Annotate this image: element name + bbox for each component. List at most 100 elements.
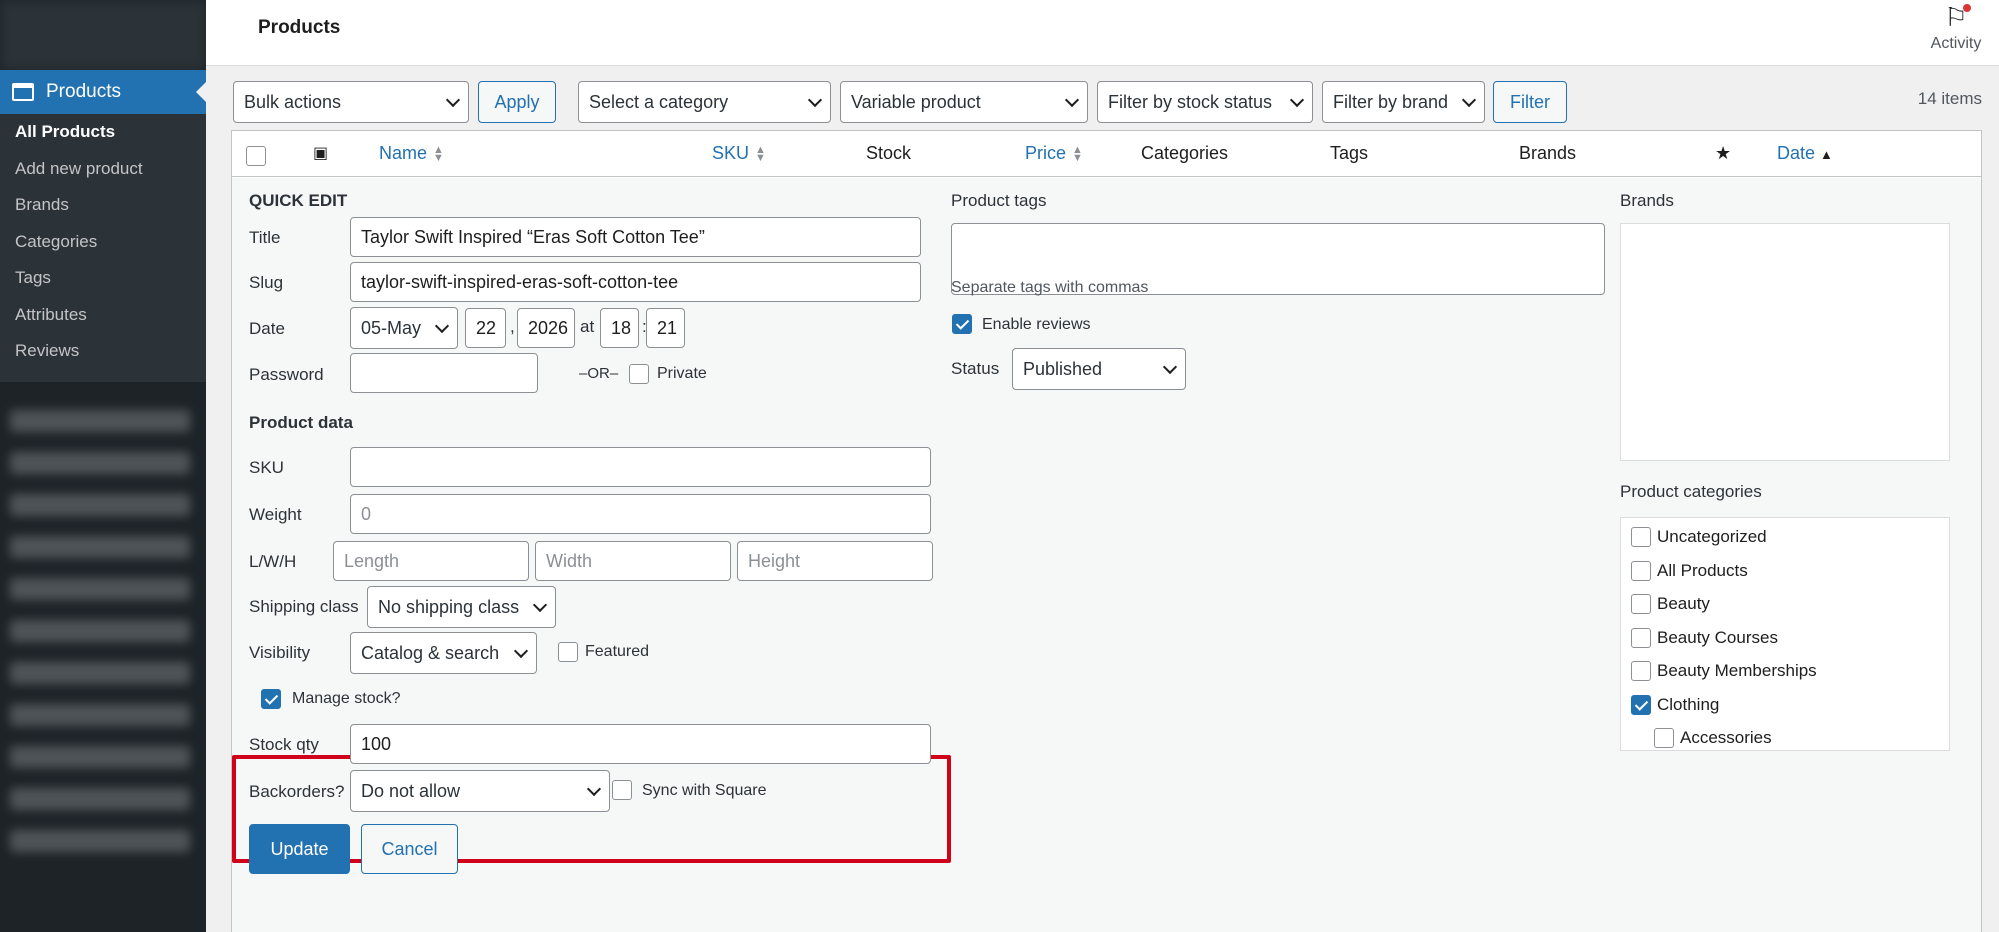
brand-select[interactable]: Filter by brand — [1322, 81, 1485, 123]
column-date[interactable]: Date ▲ — [1777, 143, 1833, 164]
star-icon[interactable]: ★ — [1715, 143, 1731, 164]
column-price[interactable]: Price ▲ ▼ — [1025, 143, 1083, 164]
sidebar-item-tags[interactable]: Tags — [0, 260, 206, 297]
sidebar-item-categories[interactable]: Categories — [0, 224, 206, 261]
sidebar-item-reviews[interactable]: Reviews — [0, 333, 206, 370]
sidebar-item-all-products[interactable]: All Products — [0, 114, 206, 151]
sidebar-item-add-new-product[interactable]: Add new product — [0, 151, 206, 188]
activity-button[interactable]: ⚐ Activity — [1921, 2, 1991, 53]
weight-input[interactable]: 0 — [350, 494, 931, 534]
manage-stock-checkbox[interactable] — [261, 689, 281, 709]
bulk-actions-select[interactable]: Bulk actions — [233, 81, 469, 123]
flag-icon: ⚐ — [1921, 2, 1991, 33]
category-checkbox[interactable] — [1631, 527, 1651, 547]
product-tags-label: Product tags — [951, 191, 1047, 210]
sort-icon: ▲ ▼ — [433, 144, 444, 165]
sidebar-blurred-menu — [10, 390, 190, 872]
category-beauty[interactable]: Beauty — [1631, 589, 1710, 619]
category-all-products[interactable]: All Products — [1631, 556, 1748, 586]
brands-list — [1620, 223, 1950, 461]
column-name[interactable]: Name ▲ ▼ — [379, 143, 444, 164]
category-select[interactable]: Select a category — [578, 81, 831, 123]
category-checkbox[interactable] — [1631, 661, 1651, 681]
sidebar-header-blurred — [0, 0, 206, 70]
day-input[interactable]: 22 — [465, 308, 506, 348]
product-type-select[interactable]: Variable product — [840, 81, 1088, 123]
products-icon — [12, 83, 34, 101]
category-beauty-memberships[interactable]: Beauty Memberships — [1631, 656, 1817, 686]
featured-label: Featured — [585, 643, 650, 660]
sidebar-submenu: All Products Add new product Brands Cate… — [0, 114, 206, 382]
visibility-value: Catalog & search — [361, 642, 500, 663]
image-column-icon: ▣ — [313, 145, 329, 162]
category-uncategorized[interactable]: Uncategorized — [1631, 522, 1767, 552]
filter-button[interactable]: Filter — [1493, 81, 1567, 123]
hour-input[interactable]: 18 — [600, 308, 639, 348]
status-select[interactable]: Published — [1012, 348, 1186, 390]
slug-input[interactable]: taylor-swift-inspired-eras-soft-cotton-t… — [350, 262, 921, 302]
sort-icon: ▲ ▼ — [1072, 144, 1083, 165]
status-value: Published — [1023, 358, 1103, 379]
category-value: Select a category — [589, 91, 729, 112]
sku-label: SKU — [249, 458, 284, 477]
update-button[interactable]: Update — [249, 824, 350, 874]
category-checkbox[interactable] — [1631, 594, 1651, 614]
category-label: Accessories — [1680, 728, 1772, 747]
month-select[interactable]: 05-May — [350, 307, 458, 349]
product-type-value: Variable product — [851, 91, 981, 112]
year-input[interactable]: 2026 — [517, 308, 575, 348]
category-checkbox[interactable] — [1631, 628, 1651, 648]
width-input[interactable]: Width — [535, 541, 731, 581]
apply-button[interactable]: Apply — [478, 81, 556, 123]
brands-label: Brands — [1620, 191, 1674, 210]
month-value: 05-May — [361, 317, 422, 338]
category-accessories[interactable]: Accessories — [1654, 723, 1772, 753]
featured-checkbox[interactable] — [558, 642, 578, 662]
column-sku[interactable]: SKU ▲ ▼ — [712, 143, 766, 164]
sku-input[interactable] — [350, 447, 931, 487]
chevron-down-icon — [1064, 92, 1080, 108]
category-label: Beauty — [1657, 594, 1710, 613]
private-label: Private — [657, 365, 707, 382]
product-categories-list: Uncategorized All Products Beauty Beauty… — [1620, 517, 1950, 751]
manage-stock-label: Manage stock? — [292, 690, 401, 707]
category-checkbox[interactable] — [1654, 728, 1674, 748]
length-input[interactable]: Length — [333, 541, 529, 581]
stock-status-select[interactable]: Filter by stock status — [1097, 81, 1313, 123]
column-stock: Stock — [866, 143, 912, 163]
shipping-class-select[interactable]: No shipping class — [367, 586, 556, 628]
enable-reviews-checkbox[interactable] — [952, 314, 972, 334]
product-categories-label: Product categories — [1620, 482, 1762, 501]
category-beauty-courses[interactable]: Beauty Courses — [1631, 623, 1778, 653]
category-clothing[interactable]: Clothing — [1631, 690, 1719, 720]
lwh-label: L/W/H — [249, 552, 297, 571]
password-input[interactable] — [350, 353, 538, 393]
visibility-select[interactable]: Catalog & search — [350, 632, 537, 674]
column-tags: Tags — [1330, 143, 1369, 163]
private-checkbox[interactable] — [629, 364, 649, 384]
products-table: ▣ Name ▲ ▼ SKU ▲ ▼ Stock Price ▲ ▼ Categories … — [231, 130, 1982, 932]
sidebar-item-brands[interactable]: Brands — [0, 187, 206, 224]
backorders-label: Backorders? — [249, 782, 345, 801]
sidebar-item-attributes[interactable]: Attributes — [0, 297, 206, 334]
sort-desc-icon: ▲ — [1820, 147, 1833, 162]
column-categories: Categories — [1141, 143, 1229, 163]
sidebar-item-products[interactable]: Products — [0, 70, 206, 114]
table-header: ▣ Name ▲ ▼ SKU ▲ ▼ Stock Price ▲ ▼ Categories … — [232, 131, 1981, 177]
date-label: Date — [249, 319, 285, 338]
stock-qty-input[interactable]: 100 — [350, 724, 931, 764]
admin-sidebar: Products All Products Add new product Br… — [0, 0, 206, 932]
category-label: Uncategorized — [1657, 527, 1767, 546]
height-input[interactable]: Height — [737, 541, 933, 581]
category-label: Clothing — [1657, 695, 1720, 714]
cancel-button[interactable]: Cancel — [361, 824, 458, 874]
title-label: Title — [249, 228, 281, 247]
minute-input[interactable]: 21 — [646, 308, 685, 348]
title-input[interactable]: Taylor Swift Inspired “Eras Soft Cotton … — [350, 217, 921, 257]
sync-square-checkbox[interactable] — [612, 780, 632, 800]
backorders-select[interactable]: Do not allow — [350, 770, 610, 812]
category-label: Beauty Memberships — [1657, 661, 1817, 680]
category-checkbox[interactable] — [1631, 561, 1651, 581]
category-checkbox[interactable] — [1631, 695, 1651, 715]
select-all-checkbox[interactable] — [246, 146, 266, 166]
